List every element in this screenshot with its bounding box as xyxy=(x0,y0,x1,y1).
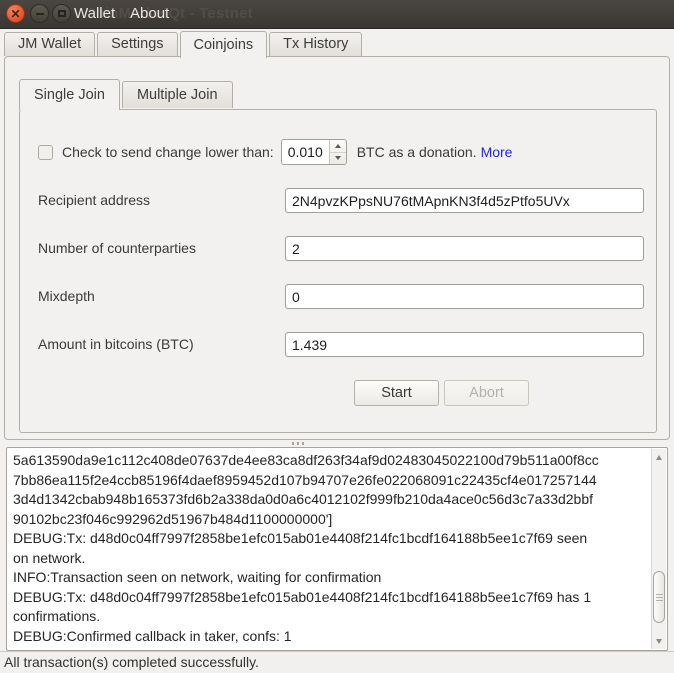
donation-amount-input[interactable] xyxy=(282,140,329,164)
log-line: 5a613590da9e1c112c408de07637de4ee83ca8df… xyxy=(13,451,645,471)
log-line: DEBUG:Confirmed callback in taker, confs… xyxy=(13,627,645,647)
donation-suffix: BTC as a donation.More xyxy=(357,144,513,160)
minimize-button[interactable] xyxy=(30,4,49,23)
subtab-single-join[interactable]: Single Join xyxy=(19,79,120,110)
main-tabbar: JM Wallet Settings Coinjoins Tx History xyxy=(4,30,364,57)
spin-down-button[interactable] xyxy=(330,153,346,165)
log-line: confirmations. xyxy=(13,607,645,627)
counterparties-label: Number of counterparties xyxy=(38,236,196,261)
mixdepth-label: Mixdepth xyxy=(38,284,95,309)
close-icon: ✕ xyxy=(10,8,20,20)
log-scrollbar[interactable] xyxy=(651,449,666,649)
subtab-multiple-join[interactable]: Multiple Join xyxy=(122,81,233,108)
amount-btc-label: Amount in bitcoins (BTC) xyxy=(38,332,194,357)
spin-up-button[interactable] xyxy=(330,140,346,153)
spin-buttons xyxy=(329,140,346,164)
arrow-down-icon xyxy=(335,156,341,160)
statusbar: All transaction(s) completed successfull… xyxy=(0,651,674,673)
app-window: ✕ JoinMarketQt - Testnet Wallet About JM… xyxy=(0,0,674,673)
scroll-up-icon xyxy=(656,455,662,460)
log-line: 3d4d1342cbab948b165373fd6b2a338da0d0a6c4… xyxy=(13,490,645,510)
minimize-icon xyxy=(36,13,44,15)
scrollbar-thumb[interactable] xyxy=(653,571,665,623)
donation-checkbox[interactable] xyxy=(38,145,53,160)
single-join-pane: Check to send change lower than: BTC as … xyxy=(19,109,657,433)
titlebar: ✕ JoinMarketQt - Testnet Wallet About xyxy=(0,0,674,29)
counterparties-input[interactable] xyxy=(285,236,644,261)
more-link[interactable]: More xyxy=(481,144,513,160)
maximize-icon xyxy=(58,10,66,17)
start-button[interactable]: Start xyxy=(354,380,439,406)
scroll-down-icon xyxy=(656,639,662,644)
donation-suffix-text: BTC as a donation. xyxy=(357,144,477,160)
mixdepth-input[interactable] xyxy=(285,284,644,309)
log-line: DEBUG:Tx: d48d0c04ff7997f2858be1efc015ab… xyxy=(13,529,645,549)
abort-button[interactable]: Abort xyxy=(444,380,529,406)
scroll-up-button[interactable] xyxy=(652,450,666,464)
arrow-up-icon xyxy=(335,144,341,148)
donation-spinbox xyxy=(281,139,347,165)
log-line: INFO:Transaction seen on network, waitin… xyxy=(13,568,645,588)
log-line: DEBUG:Tx: d48d0c04ff7997f2858be1efc015ab… xyxy=(13,588,645,608)
close-button[interactable]: ✕ xyxy=(6,4,25,23)
log-textarea[interactable]: 5a613590da9e1c112c408de07637de4ee83ca8df… xyxy=(6,447,668,651)
status-text: All transaction(s) completed successfull… xyxy=(4,654,259,670)
log-line: 90102bc23f046c992962d51967b484d110000000… xyxy=(13,510,645,530)
tab-jm-wallet[interactable]: JM Wallet xyxy=(4,32,95,56)
log-line: 7bb86ea115f2e4ccb85196f4daef8959452d107b… xyxy=(13,471,645,491)
join-subtabbar: Single Join Multiple Join xyxy=(19,78,235,109)
donation-checkbox-label: Check to send change lower than: xyxy=(62,144,274,160)
menu-wallet[interactable]: Wallet xyxy=(74,0,115,28)
donation-row: Check to send change lower than: BTC as … xyxy=(38,139,512,165)
amount-btc-input[interactable] xyxy=(285,332,644,357)
tab-tx-history[interactable]: Tx History xyxy=(269,32,362,56)
splitter-handle[interactable] xyxy=(292,442,304,445)
tab-settings[interactable]: Settings xyxy=(97,32,177,56)
recipient-address-label: Recipient address xyxy=(38,188,150,213)
log-line: on network. xyxy=(13,549,645,569)
coinjoins-pane: Single Join Multiple Join Check to send … xyxy=(4,56,670,440)
tab-coinjoins[interactable]: Coinjoins xyxy=(180,31,268,58)
scroll-down-button[interactable] xyxy=(652,634,666,648)
menu-about[interactable]: About xyxy=(130,0,169,28)
maximize-button[interactable] xyxy=(52,4,71,23)
recipient-address-input[interactable] xyxy=(285,188,644,213)
